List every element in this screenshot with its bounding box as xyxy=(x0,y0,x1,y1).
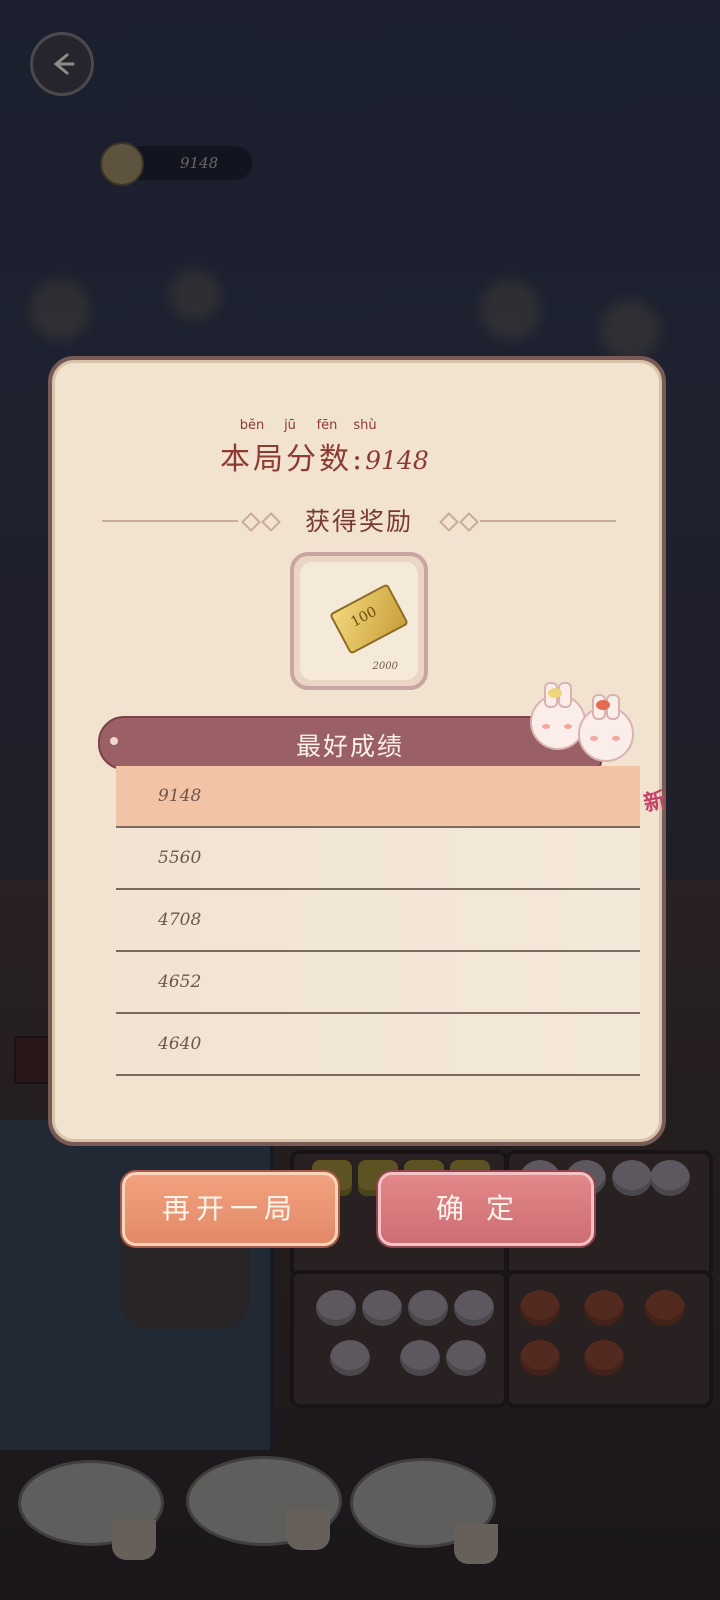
reward-item[interactable]: 100 2000 xyxy=(290,552,428,690)
bow-icon xyxy=(548,688,562,698)
best-score-value: 4640 xyxy=(158,1034,202,1054)
ticket-value: 100 xyxy=(348,603,380,631)
best-score-row: 9148 新 xyxy=(116,766,668,828)
reward-item-frame: 100 2000 xyxy=(300,562,418,680)
best-scores-title: 最好成绩 xyxy=(295,732,404,761)
bow-icon xyxy=(596,700,610,710)
best-score-value: 4708 xyxy=(158,910,202,930)
new-record-badge: 新 xyxy=(641,787,669,818)
bunny-blush xyxy=(590,736,598,741)
bunny-blush xyxy=(542,724,550,729)
bunny-blush xyxy=(612,736,620,741)
best-score-row: 4708 xyxy=(116,890,640,952)
best-scores-list: 9148 新 5560 4708 4652 4640 xyxy=(116,766,668,1076)
reward-quantity: 2000 xyxy=(372,661,398,672)
best-score-value: 9148 xyxy=(158,786,202,806)
best-score-row: 5560 xyxy=(116,828,640,890)
result-panel: bĕn jū fēn shù 本局分数:9148 获得奖励 100 2000 最… xyxy=(48,356,668,1146)
bunny-mascot-icon xyxy=(530,682,586,750)
round-score-value: 9148 xyxy=(365,446,429,475)
divider-line xyxy=(480,520,616,522)
best-score-row: 4640 xyxy=(116,1014,640,1076)
ticket-100-icon: 100 xyxy=(329,583,409,655)
bunny-blush xyxy=(564,724,572,729)
best-score-value: 5560 xyxy=(158,848,202,868)
reward-section-header: 获得奖励 xyxy=(102,502,616,538)
best-score-row: 4652 xyxy=(116,952,640,1014)
round-score: 本局分数:9148 xyxy=(220,434,429,478)
best-scores-header: 最好成绩 xyxy=(98,716,602,770)
round-score-label: 本局分数: xyxy=(220,442,366,477)
pinyin-syllable: shù xyxy=(353,418,377,433)
best-score-value: 4652 xyxy=(158,972,202,992)
confirm-button[interactable]: 确定 xyxy=(378,1172,594,1246)
bunny-mascots xyxy=(530,682,634,768)
play-again-button[interactable]: 再开一局 xyxy=(122,1172,338,1246)
bunny-mascot-icon xyxy=(578,694,634,762)
